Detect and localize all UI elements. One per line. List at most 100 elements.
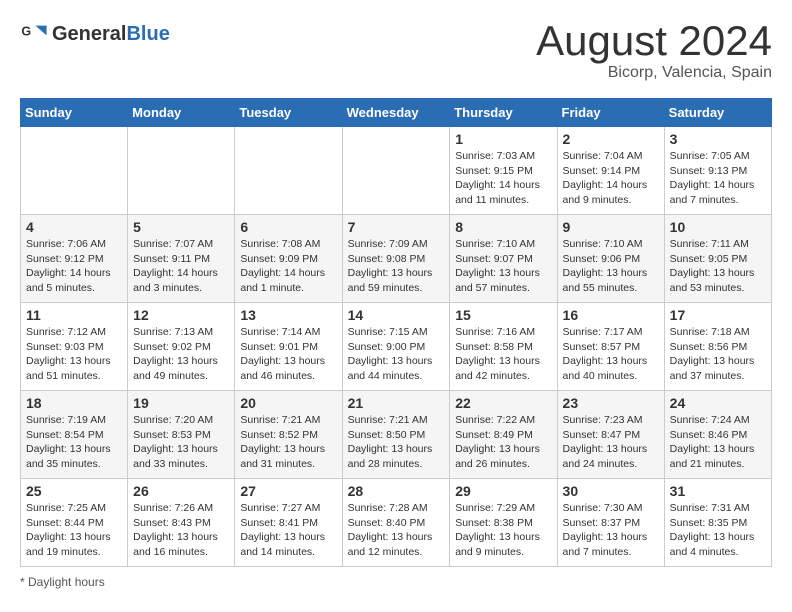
calendar-cell: 11 Sunrise: 7:12 AM Sunset: 9:03 PM Dayli… xyxy=(21,303,128,391)
header-day-tuesday: Tuesday xyxy=(235,99,342,127)
day-number: 19 xyxy=(133,395,229,411)
calendar-cell: 12 Sunrise: 7:13 AM Sunset: 9:02 PM Dayli… xyxy=(128,303,235,391)
calendar-cell: 26 Sunrise: 7:26 AM Sunset: 8:43 PM Dayli… xyxy=(128,479,235,567)
day-number: 4 xyxy=(26,219,122,235)
day-info: Sunrise: 7:12 AM Sunset: 9:03 PM Dayligh… xyxy=(26,325,122,384)
day-info: Sunrise: 7:19 AM Sunset: 8:54 PM Dayligh… xyxy=(26,413,122,472)
week-row-5: 25 Sunrise: 7:25 AM Sunset: 8:44 PM Dayli… xyxy=(21,479,772,567)
day-number: 30 xyxy=(563,483,659,499)
calendar-cell: 21 Sunrise: 7:21 AM Sunset: 8:50 PM Dayli… xyxy=(342,391,450,479)
logo-icon: G xyxy=(20,20,48,48)
day-info: Sunrise: 7:25 AM Sunset: 8:44 PM Dayligh… xyxy=(26,501,122,560)
day-number: 23 xyxy=(563,395,659,411)
calendar-cell: 15Sunrise: 7:16 AM Sunset: 8:58 PM Dayli… xyxy=(450,303,557,391)
logo: G GeneralBlue xyxy=(20,20,170,48)
day-info: Sunrise: 7:13 AM Sunset: 9:02 PM Dayligh… xyxy=(133,325,229,384)
svg-text:G: G xyxy=(21,24,31,38)
day-info: Sunrise: 7:30 AM Sunset: 8:37 PM Dayligh… xyxy=(563,501,659,560)
day-number: 25 xyxy=(26,483,122,499)
calendar-cell: 17Sunrise: 7:18 AM Sunset: 8:56 PM Dayli… xyxy=(664,303,771,391)
day-info: Sunrise: 7:17 AM Sunset: 8:57 PM Dayligh… xyxy=(563,325,659,384)
day-info: Sunrise: 7:23 AM Sunset: 8:47 PM Dayligh… xyxy=(563,413,659,472)
calendar-cell xyxy=(128,127,235,215)
week-row-2: 4 Sunrise: 7:06 AM Sunset: 9:12 PM Daylig… xyxy=(21,215,772,303)
day-number: 24 xyxy=(670,395,766,411)
day-number: 6 xyxy=(240,219,336,235)
day-number: 3 xyxy=(670,131,766,147)
day-info: Sunrise: 7:04 AM Sunset: 9:14 PM Dayligh… xyxy=(563,149,659,208)
day-info: Sunrise: 7:09 AM Sunset: 9:08 PM Dayligh… xyxy=(348,237,445,296)
header-day-monday: Monday xyxy=(128,99,235,127)
day-info: Sunrise: 7:11 AM Sunset: 9:05 PM Dayligh… xyxy=(670,237,766,296)
logo-blue: Blue xyxy=(126,23,169,45)
day-info: Sunrise: 7:28 AM Sunset: 8:40 PM Dayligh… xyxy=(348,501,445,560)
day-info: Sunrise: 7:22 AM Sunset: 8:49 PM Dayligh… xyxy=(455,413,551,472)
day-number: 9 xyxy=(563,219,659,235)
calendar-cell: 31Sunrise: 7:31 AM Sunset: 8:35 PM Dayli… xyxy=(664,479,771,567)
calendar-cell xyxy=(235,127,342,215)
logo-general: General xyxy=(52,23,126,45)
calendar-cell: 24Sunrise: 7:24 AM Sunset: 8:46 PM Dayli… xyxy=(664,391,771,479)
day-info: Sunrise: 7:26 AM Sunset: 8:43 PM Dayligh… xyxy=(133,501,229,560)
day-number: 28 xyxy=(348,483,445,499)
calendar-cell: 22 Sunrise: 7:22 AM Sunset: 8:49 PM Dayli… xyxy=(450,391,557,479)
header-day-wednesday: Wednesday xyxy=(342,99,450,127)
day-info: Sunrise: 7:21 AM Sunset: 8:50 PM Dayligh… xyxy=(348,413,445,472)
location: Bicorp, Valencia, Spain xyxy=(536,64,772,82)
day-number: 22 xyxy=(455,395,551,411)
calendar-cell: 9 Sunrise: 7:10 AM Sunset: 9:06 PM Daylig… xyxy=(557,215,664,303)
header-day-thursday: Thursday xyxy=(450,99,557,127)
header-day-sunday: Sunday xyxy=(21,99,128,127)
calendar-cell: 6Sunrise: 7:08 AM Sunset: 9:09 PM Daylig… xyxy=(235,215,342,303)
day-number: 26 xyxy=(133,483,229,499)
calendar-cell: 28 Sunrise: 7:28 AM Sunset: 8:40 PM Dayli… xyxy=(342,479,450,567)
month-year: August 2024 xyxy=(536,20,772,62)
day-number: 7 xyxy=(348,219,445,235)
day-info: Sunrise: 7:03 AM Sunset: 9:15 PM Dayligh… xyxy=(455,149,551,208)
day-number: 13 xyxy=(240,307,336,323)
calendar-cell: 5 Sunrise: 7:07 AM Sunset: 9:11 PM Daylig… xyxy=(128,215,235,303)
day-number: 21 xyxy=(348,395,445,411)
day-number: 10 xyxy=(670,219,766,235)
day-info: Sunrise: 7:06 AM Sunset: 9:12 PM Dayligh… xyxy=(26,237,122,296)
week-row-3: 11 Sunrise: 7:12 AM Sunset: 9:03 PM Dayli… xyxy=(21,303,772,391)
calendar-cell: 25 Sunrise: 7:25 AM Sunset: 8:44 PM Dayli… xyxy=(21,479,128,567)
day-number: 12 xyxy=(133,307,229,323)
calendar-cell: 1 Sunrise: 7:03 AM Sunset: 9:15 PM Daylig… xyxy=(450,127,557,215)
calendar-cell: 4 Sunrise: 7:06 AM Sunset: 9:12 PM Daylig… xyxy=(21,215,128,303)
day-info: Sunrise: 7:10 AM Sunset: 9:07 PM Dayligh… xyxy=(455,237,551,296)
day-number: 29 xyxy=(455,483,551,499)
day-info: Sunrise: 7:05 AM Sunset: 9:13 PM Dayligh… xyxy=(670,149,766,208)
day-info: Sunrise: 7:10 AM Sunset: 9:06 PM Dayligh… xyxy=(563,237,659,296)
day-info: Sunrise: 7:15 AM Sunset: 9:00 PM Dayligh… xyxy=(348,325,445,384)
day-number: 11 xyxy=(26,307,122,323)
calendar-cell: 3 Sunrise: 7:05 AM Sunset: 9:13 PM Daylig… xyxy=(664,127,771,215)
calendar-cell: 7 Sunrise: 7:09 AM Sunset: 9:08 PM Daylig… xyxy=(342,215,450,303)
day-info: Sunrise: 7:31 AM Sunset: 8:35 PM Dayligh… xyxy=(670,501,766,560)
day-number: 17 xyxy=(670,307,766,323)
calendar-cell: 19 Sunrise: 7:20 AM Sunset: 8:53 PM Dayli… xyxy=(128,391,235,479)
header-day-friday: Friday xyxy=(557,99,664,127)
day-info: Sunrise: 7:20 AM Sunset: 8:53 PM Dayligh… xyxy=(133,413,229,472)
calendar-cell xyxy=(21,127,128,215)
calendar-cell: 10 Sunrise: 7:11 AM Sunset: 9:05 PM Dayli… xyxy=(664,215,771,303)
calendar-cell: 20Sunrise: 7:21 AM Sunset: 8:52 PM Dayli… xyxy=(235,391,342,479)
calendar-cell: 30 Sunrise: 7:30 AM Sunset: 8:37 PM Dayli… xyxy=(557,479,664,567)
day-number: 15 xyxy=(455,307,551,323)
day-info: Sunrise: 7:07 AM Sunset: 9:11 PM Dayligh… xyxy=(133,237,229,296)
day-number: 2 xyxy=(563,131,659,147)
day-number: 8 xyxy=(455,219,551,235)
day-info: Sunrise: 7:21 AM Sunset: 8:52 PM Dayligh… xyxy=(240,413,336,472)
day-info: Sunrise: 7:27 AM Sunset: 8:41 PM Dayligh… xyxy=(240,501,336,560)
calendar-table: SundayMondayTuesdayWednesdayThursdayFrid… xyxy=(20,98,772,567)
day-number: 5 xyxy=(133,219,229,235)
day-number: 1 xyxy=(455,131,551,147)
footer-note: * Daylight hours xyxy=(20,575,772,589)
day-info: Sunrise: 7:14 AM Sunset: 9:01 PM Dayligh… xyxy=(240,325,336,384)
calendar-cell: 16 Sunrise: 7:17 AM Sunset: 8:57 PM Dayli… xyxy=(557,303,664,391)
calendar-cell: 13 Sunrise: 7:14 AM Sunset: 9:01 PM Dayli… xyxy=(235,303,342,391)
header-day-saturday: Saturday xyxy=(664,99,771,127)
day-number: 16 xyxy=(563,307,659,323)
calendar-cell: 8 Sunrise: 7:10 AM Sunset: 9:07 PM Daylig… xyxy=(450,215,557,303)
day-number: 14 xyxy=(348,307,445,323)
